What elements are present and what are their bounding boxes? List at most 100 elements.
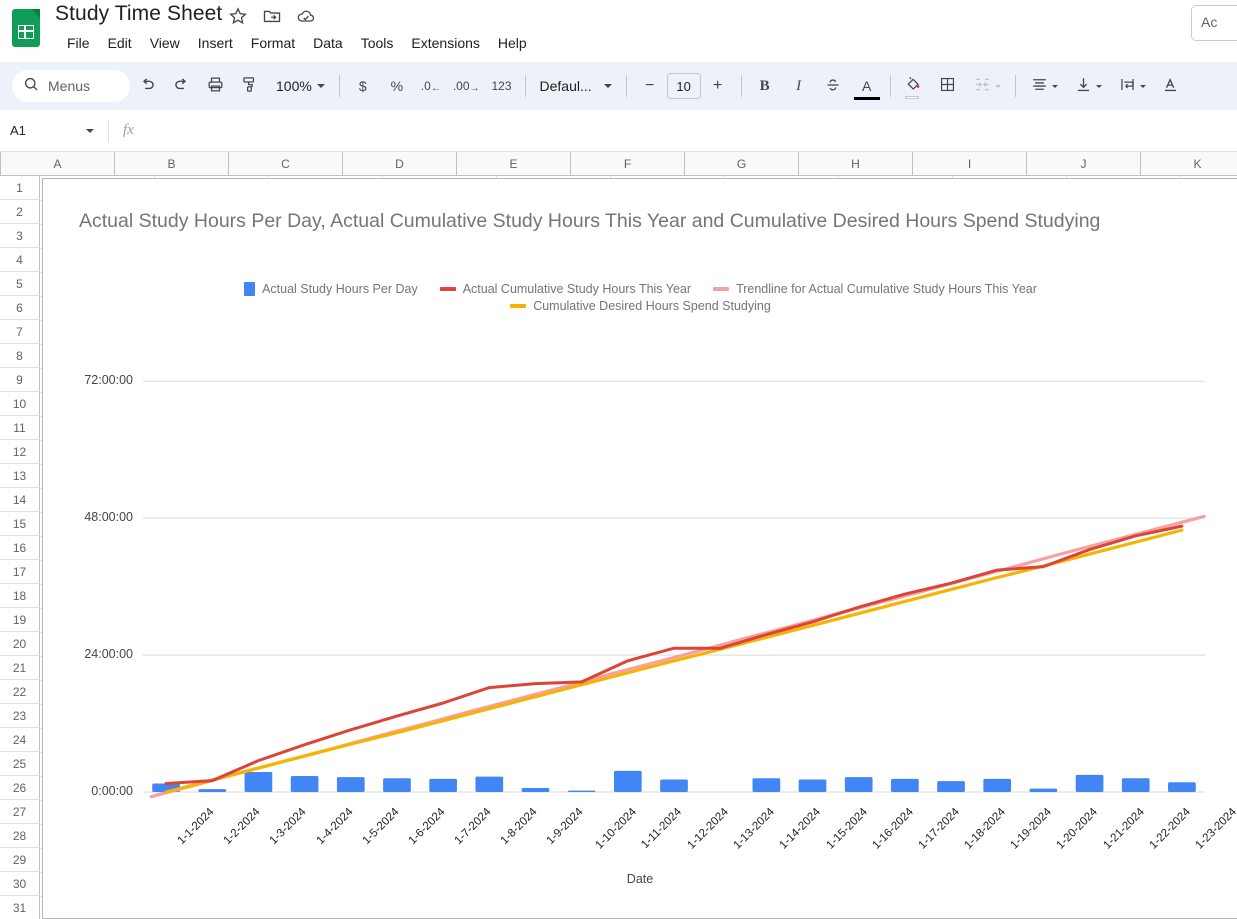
row-header-2[interactable]: 2 [0,200,40,224]
row-header-4[interactable]: 4 [0,248,40,272]
column-header-F[interactable]: F [571,152,685,176]
merge-cells-button[interactable] [967,71,1007,101]
row-header-11[interactable]: 11 [0,416,40,440]
top-bar: Study Time Sheet File Edit View Insert F… [0,0,1237,62]
row-header-17[interactable]: 17 [0,560,40,584]
increase-font-size-button[interactable]: + [703,71,733,101]
chart-object[interactable]: Actual Study Hours Per Day, Actual Cumul… [42,178,1237,919]
column-header-K[interactable]: K [1141,152,1237,176]
row-header-7[interactable]: 7 [0,320,40,344]
font-family-selector[interactable]: Defaul... [534,71,618,101]
row-header-21[interactable]: 21 [0,656,40,680]
row-header-14[interactable]: 14 [0,488,40,512]
chart-bar [1075,774,1104,792]
decrease-font-size-button[interactable]: − [635,71,665,101]
currency-format-button[interactable]: $ [348,71,378,101]
menu-tools[interactable]: Tools [352,31,403,55]
row-header-5[interactable]: 5 [0,272,40,296]
formula-input[interactable] [146,118,1237,144]
search-menus-button[interactable]: Menus [12,70,130,102]
row-header-26[interactable]: 26 [0,776,40,800]
bold-button[interactable]: B [750,71,780,101]
toolbar-divider [524,75,526,97]
italic-button[interactable]: I [784,71,814,101]
text-rotation-button[interactable] [1156,71,1186,101]
name-box[interactable]: A1 [4,118,102,144]
increase-decimal-button[interactable]: .00 → [450,71,483,101]
text-wrapping-icon [1118,75,1137,97]
cloud-saved-icon[interactable] [296,6,316,26]
row-header-9[interactable]: 9 [0,368,40,392]
text-color-button[interactable]: A [852,71,882,101]
chevron-down-icon [994,84,1001,88]
row-header-12[interactable]: 12 [0,440,40,464]
chevron-down-icon [86,128,94,133]
row-header-16[interactable]: 16 [0,536,40,560]
zoom-control[interactable]: 100% [268,71,331,101]
menu-help[interactable]: Help [489,31,536,55]
paint-format-button[interactable] [234,71,264,101]
row-header-13[interactable]: 13 [0,464,40,488]
column-header-A[interactable]: A [1,152,115,176]
row-header-23[interactable]: 23 [0,704,40,728]
column-header-E[interactable]: E [457,152,571,176]
y-axis-tick-label: 24:00:00 [84,647,133,662]
fill-color-button[interactable] [899,71,929,101]
move-to-folder-icon[interactable] [262,6,282,26]
font-size-input[interactable]: 10 [666,73,701,99]
percent-format-button[interactable]: % [382,71,412,101]
strikethrough-button[interactable] [818,71,848,101]
row-header-30[interactable]: 30 [0,872,40,896]
row-header-20[interactable]: 20 [0,632,40,656]
row-header-1[interactable]: 1 [0,176,40,200]
vertical-align-icon [1074,75,1093,97]
menu-insert[interactable]: Insert [189,31,242,55]
column-header-B[interactable]: B [115,152,229,176]
vertical-align-button[interactable] [1068,71,1108,101]
row-header-column: 1 2 3 4 5 6 7 8 9 10 11 12 13 14 15 16 17 18 19 20 21 22 23 24 2… [0,176,40,919]
row-header-28[interactable]: 28 [0,824,40,848]
print-button[interactable] [200,71,230,101]
column-header-I[interactable]: I [913,152,1027,176]
column-header-G[interactable]: G [685,152,799,176]
redo-button[interactable] [166,71,196,101]
borders-button[interactable] [933,71,963,101]
column-header-C[interactable]: C [229,152,343,176]
row-header-15[interactable]: 15 [0,512,40,536]
chevron-down-icon [603,84,612,88]
account-button[interactable]: Ac [1191,5,1237,41]
row-header-24[interactable]: 24 [0,728,40,752]
chart-bar [1121,778,1150,792]
row-header-10[interactable]: 10 [0,392,40,416]
decrease-decimal-button[interactable]: .0 ← [416,71,446,101]
menu-extensions[interactable]: Extensions [402,31,488,55]
row-header-3[interactable]: 3 [0,224,40,248]
undo-button[interactable] [132,71,162,101]
horizontal-align-button[interactable] [1024,71,1064,101]
star-icon[interactable] [228,6,248,26]
document-title[interactable]: Study Time Sheet [55,2,222,26]
formula-bar: A1 fx [0,110,1237,152]
print-icon [206,75,225,97]
menu-format[interactable]: Format [242,31,304,55]
row-header-31[interactable]: 31 [0,896,40,919]
column-header-D[interactable]: D [343,152,457,176]
text-wrapping-button[interactable] [1112,71,1152,101]
row-header-25[interactable]: 25 [0,752,40,776]
row-header-22[interactable]: 22 [0,680,40,704]
menu-data[interactable]: Data [304,31,352,55]
row-header-27[interactable]: 27 [0,800,40,824]
row-header-18[interactable]: 18 [0,584,40,608]
column-header-J[interactable]: J [1027,152,1141,176]
menu-edit[interactable]: Edit [99,31,141,55]
menu-file[interactable]: File [58,31,99,55]
y-axis-tick-label: 48:00:00 [84,510,133,525]
column-header-H[interactable]: H [799,152,913,176]
row-header-29[interactable]: 29 [0,848,40,872]
row-header-8[interactable]: 8 [0,344,40,368]
menu-view[interactable]: View [141,31,189,55]
row-header-19[interactable]: 19 [0,608,40,632]
row-header-6[interactable]: 6 [0,296,40,320]
more-formats-button[interactable]: 123 [487,71,517,101]
chart-bar [475,776,504,792]
